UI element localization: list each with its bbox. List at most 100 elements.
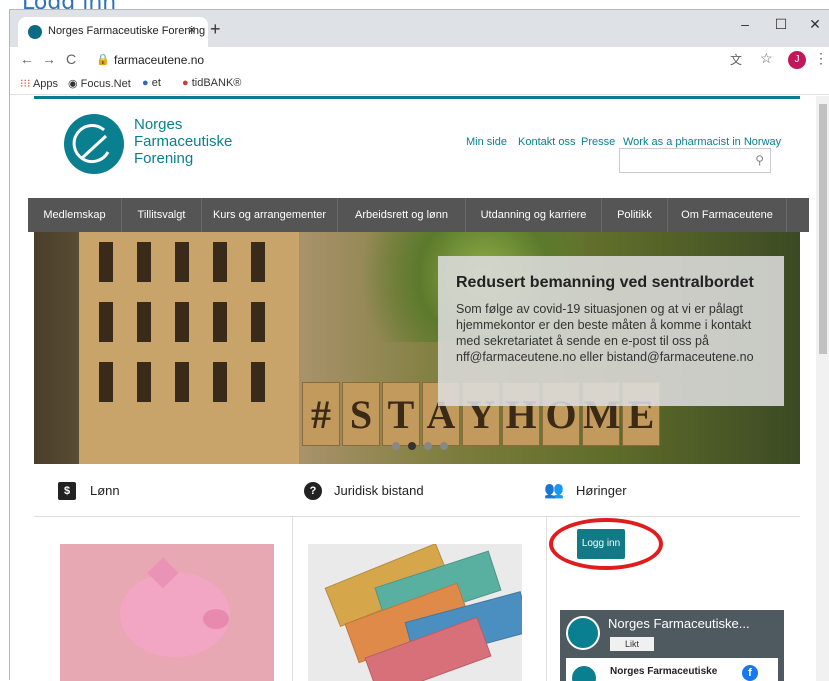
letter-block: # bbox=[302, 382, 340, 446]
question-icon[interactable]: ? bbox=[304, 482, 322, 500]
browser-tab[interactable]: Norges Farmaceutiske Forening × bbox=[18, 17, 208, 47]
piggy-bank-image[interactable] bbox=[60, 544, 274, 681]
reload-icon[interactable]: C bbox=[66, 51, 76, 67]
browser-window: Norges Farmaceutiske Forening × + – ☐ ✕ … bbox=[9, 9, 829, 681]
bookmark-tidbank[interactable]: ● tidBANK® bbox=[182, 77, 241, 89]
carousel-dot[interactable] bbox=[440, 442, 448, 450]
nav-kurs[interactable]: Kurs og arrangementer bbox=[202, 198, 338, 232]
logo-line: Forening bbox=[134, 150, 194, 167]
logo-wordmark[interactable]: Norges Farmaceutiske Forening bbox=[134, 116, 284, 167]
building-window bbox=[99, 362, 113, 402]
building-window bbox=[137, 362, 151, 402]
building-window bbox=[175, 302, 189, 342]
nav-utdanning[interactable]: Utdanning og karriere bbox=[466, 198, 602, 232]
bookmark-label: Apps bbox=[32, 78, 59, 90]
menu-icon[interactable]: ⋮ bbox=[814, 50, 828, 67]
building-window bbox=[213, 362, 227, 402]
page-gutter bbox=[10, 96, 34, 681]
minimize-button[interactable]: – bbox=[730, 16, 760, 32]
page-viewport: Norges Farmaceutiske Forening Min side K… bbox=[10, 96, 829, 681]
hero-caption-box[interactable]: Redusert bemanning ved sentralbordet Som… bbox=[438, 256, 784, 406]
tab-title: Norges Farmaceutiske Forening bbox=[48, 25, 206, 37]
nav-tillitsvalgt[interactable]: Tillitsvalgt bbox=[122, 198, 202, 232]
facebook-page-logo[interactable] bbox=[566, 616, 600, 650]
quicklink-horinger[interactable]: Høringer bbox=[576, 483, 627, 498]
tab-close-icon[interactable]: × bbox=[188, 22, 196, 37]
hero-banner[interactable]: # S T A Y H O M E Redusert bemanning ved… bbox=[34, 232, 800, 464]
logo-icon[interactable] bbox=[64, 114, 124, 174]
hero-wooden-building bbox=[79, 232, 299, 464]
building-window bbox=[251, 302, 265, 342]
close-window-button[interactable]: ✕ bbox=[800, 16, 829, 33]
building-window bbox=[175, 362, 189, 402]
carousel-dot[interactable] bbox=[424, 442, 432, 450]
building-window bbox=[175, 242, 189, 282]
building-window bbox=[213, 302, 227, 342]
nav-om-farmaceutene[interactable]: Om Farmaceutene bbox=[668, 198, 787, 232]
lock-icon: 🔒 bbox=[96, 54, 110, 66]
scrollbar-thumb[interactable] bbox=[819, 104, 827, 354]
nav-medlemskap[interactable]: Medlemskap bbox=[28, 198, 122, 232]
search-input[interactable]: ⚲ bbox=[619, 148, 771, 173]
bookmark-label: tidBANK® bbox=[191, 77, 242, 89]
hero-body: Som følge av covid-19 situasjonen og at … bbox=[456, 302, 754, 364]
facebook-card-logo bbox=[572, 666, 596, 681]
hero-title[interactable]: Redusert bemanning ved sentralbordet bbox=[456, 270, 766, 295]
maximize-button[interactable]: ☐ bbox=[766, 16, 796, 33]
link-presse[interactable]: Presse bbox=[581, 136, 615, 148]
facebook-page-name[interactable]: Norges Farmaceutiske... bbox=[608, 616, 750, 631]
divider bbox=[34, 516, 800, 517]
address-bar-row: ← → C 🔒 farmaceutene.no 文 ☆ J ⋮ bbox=[10, 47, 829, 74]
logo-line: Norges bbox=[134, 116, 183, 133]
card-separator bbox=[292, 516, 293, 681]
highlight-circle bbox=[549, 518, 663, 570]
facebook-widget[interactable]: Norges Farmaceutiske... Likt Norges Farm… bbox=[560, 610, 784, 681]
back-icon[interactable]: ← bbox=[20, 51, 34, 67]
forward-icon[interactable]: → bbox=[42, 51, 56, 67]
apps-grid-icon: ⁝⁝⁝ bbox=[20, 78, 31, 90]
translate-icon[interactable]: 文 bbox=[730, 51, 742, 68]
banknotes-image[interactable] bbox=[308, 544, 522, 681]
search-icon[interactable]: ⚲ bbox=[755, 153, 764, 167]
favicon-icon bbox=[28, 25, 42, 39]
card-separator bbox=[546, 516, 547, 681]
bookmark-label: et bbox=[151, 77, 161, 89]
facebook-card[interactable]: Norges Farmaceutiske f bbox=[566, 658, 778, 681]
omnibox[interactable]: 🔒 farmaceutene.no bbox=[90, 50, 730, 71]
link-work-as-pharmacist[interactable]: Work as a pharmacist in Norway bbox=[623, 136, 781, 148]
building-window bbox=[251, 242, 265, 282]
main-navigation: Medlemskap Tillitsvalgt Kurs og arrangem… bbox=[28, 198, 809, 232]
facebook-card-name: Norges Farmaceutiske bbox=[610, 666, 718, 677]
facebook-icon[interactable]: f bbox=[742, 665, 758, 681]
carousel-dot-active[interactable] bbox=[408, 442, 416, 450]
top-accent-line bbox=[34, 96, 800, 99]
building-window bbox=[213, 242, 227, 282]
building-window bbox=[137, 242, 151, 282]
site-container: Norges Farmaceutiske Forening Min side K… bbox=[28, 96, 809, 681]
url-text[interactable]: farmaceutene.no bbox=[114, 53, 204, 67]
carousel-dot[interactable] bbox=[392, 442, 400, 450]
link-kontakt-oss[interactable]: Kontakt oss bbox=[518, 136, 575, 148]
link-min-side[interactable]: Min side bbox=[466, 136, 507, 148]
nav-politikk[interactable]: Politikk bbox=[602, 198, 668, 232]
pig-snout bbox=[203, 609, 229, 629]
bookmark-focusnet[interactable]: ◉ Focus.Net bbox=[68, 77, 131, 90]
facebook-like-button[interactable]: Likt bbox=[610, 637, 654, 651]
building-window bbox=[99, 242, 113, 282]
money-icon[interactable]: $ bbox=[58, 482, 76, 500]
globe-icon: ◉ bbox=[68, 78, 78, 90]
profile-avatar[interactable]: J bbox=[788, 51, 806, 69]
nav-arbeidsrett[interactable]: Arbeidsrett og lønn bbox=[338, 198, 466, 232]
letter-block: T bbox=[382, 382, 420, 446]
people-icon[interactable]: 👥 bbox=[544, 482, 564, 500]
building-window bbox=[137, 302, 151, 342]
tab-bar: Norges Farmaceutiske Forening × + – ☐ ✕ bbox=[10, 10, 829, 47]
quicklink-juridisk-bistand[interactable]: Juridisk bistand bbox=[334, 483, 424, 498]
new-tab-button[interactable]: + bbox=[210, 19, 221, 40]
bookmark-star-icon[interactable]: ☆ bbox=[760, 50, 773, 67]
letter-block: S bbox=[342, 382, 380, 446]
tidbank-icon: ● bbox=[182, 77, 189, 89]
bookmark-apps[interactable]: ⁝⁝⁝ Apps bbox=[20, 77, 58, 90]
quicklink-lonn[interactable]: Lønn bbox=[90, 483, 120, 498]
bookmark-et[interactable]: ● et bbox=[142, 77, 161, 89]
